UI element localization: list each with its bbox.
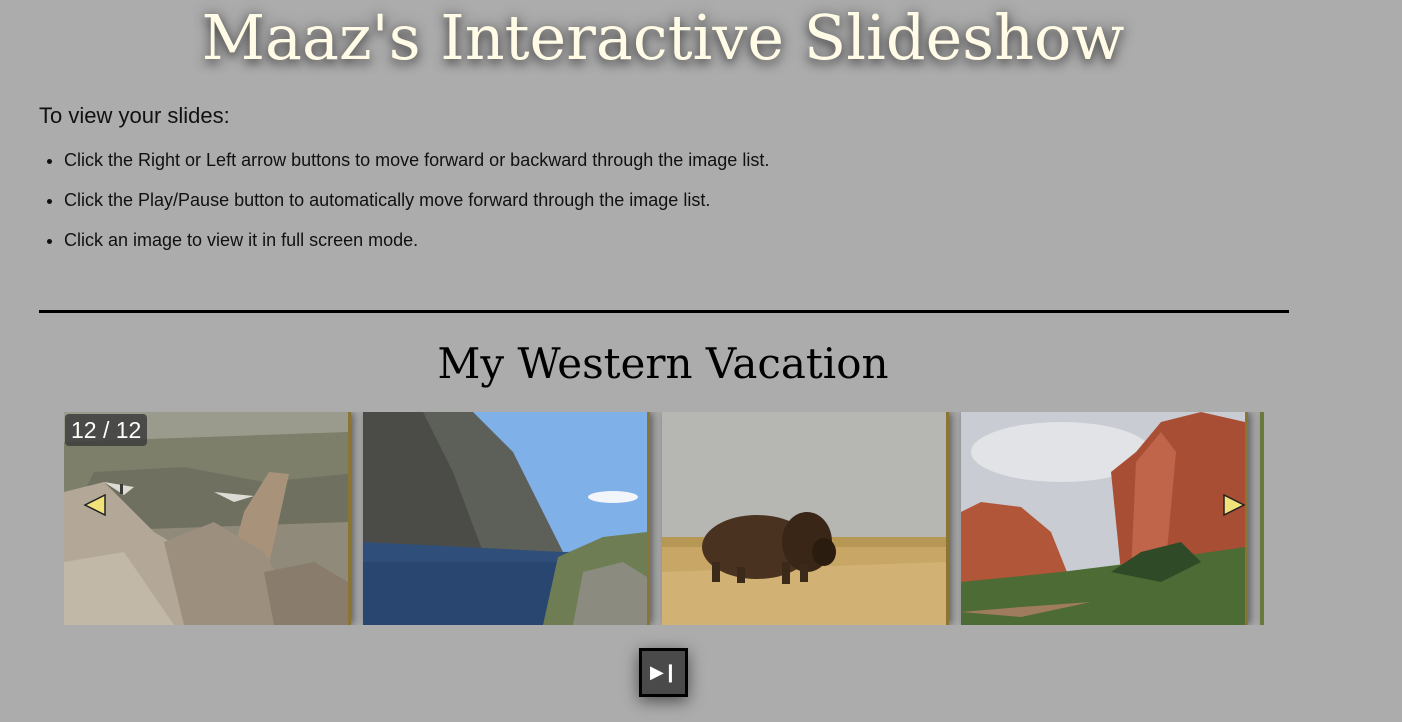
slide-red-rock-formation[interactable] — [961, 412, 1248, 625]
slide-partial-next — [1260, 412, 1264, 625]
slide-bison-prairie[interactable] — [662, 412, 949, 625]
right-triangle-arrow-icon — [1223, 494, 1246, 516]
slide-counter: 12 / 12 — [65, 414, 148, 446]
prev-arrow-button[interactable] — [83, 494, 107, 516]
gallery-title: My Western Vacation — [437, 339, 889, 388]
play-pause-icon: ▶❙ — [650, 661, 678, 683]
play-pause-button[interactable]: ▶❙ — [639, 648, 688, 697]
intro-text: To view your slides: — [39, 103, 230, 128]
section-divider — [39, 310, 1289, 313]
next-arrow-button[interactable] — [1222, 494, 1246, 516]
instruction-item: Click the Play/Pause button to automatic… — [64, 187, 769, 213]
left-triangle-arrow-icon — [83, 494, 106, 516]
slideshow-strip — [64, 412, 1264, 625]
instruction-item: Click the Right or Left arrow buttons to… — [64, 147, 769, 173]
instruction-item: Click an image to view it in full screen… — [64, 227, 769, 253]
slide-mountain-lake[interactable] — [363, 412, 650, 625]
page-title: Maaz's Interactive Slideshow — [201, 1, 1125, 74]
instructions-list: Click the Right or Left arrow buttons to… — [39, 147, 769, 267]
